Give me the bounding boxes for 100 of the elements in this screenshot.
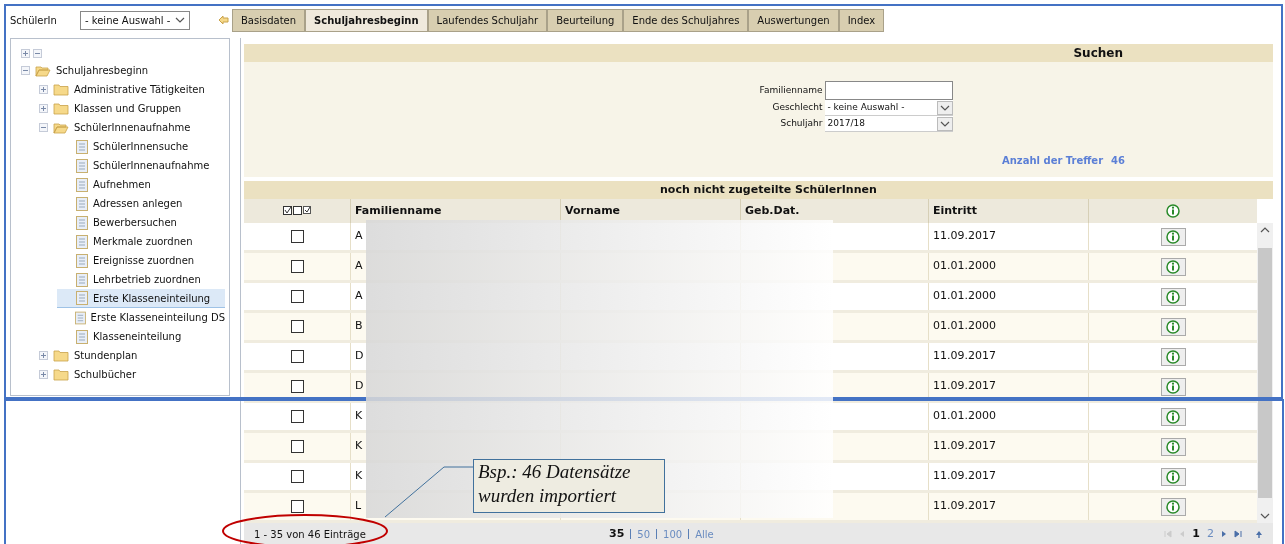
tree-item[interactable]: Klasseneinteilung [57, 327, 225, 346]
table-cell: 01.01.2000 [933, 408, 996, 425]
tab[interactable]: Ende des Schuljahres [623, 8, 749, 32]
select-field[interactable]: - keine Auswahl - [824, 100, 953, 116]
open-folder-icon [35, 64, 51, 77]
tree-item[interactable]: Lehrbetrieb zuordnen [57, 270, 225, 289]
table-cell: 11.09.2017 [933, 348, 996, 365]
chevron-down-icon [939, 104, 950, 111]
tree-item[interactable]: SchülerInnenaufnahme [39, 118, 225, 137]
next-page-icon[interactable] [1221, 530, 1227, 538]
table-cell: 11.09.2017 [933, 498, 996, 515]
expand-toggle-icon[interactable] [39, 370, 48, 379]
tab[interactable]: Beurteilung [547, 8, 624, 32]
info-button[interactable] [1160, 467, 1186, 486]
info-button[interactable] [1160, 437, 1186, 456]
info-button[interactable] [1160, 497, 1186, 516]
text-field[interactable] [824, 81, 953, 100]
collapse-toggle-icon[interactable] [33, 49, 42, 58]
tree-item[interactable]: Administrative Tätigkeiten [39, 80, 225, 99]
table-cell: B [355, 318, 363, 335]
document-icon [76, 177, 88, 192]
row-checkbox[interactable] [290, 440, 304, 453]
document-icon [76, 291, 88, 305]
row-checkbox[interactable] [290, 380, 304, 393]
tree-item[interactable]: Stundenplan [39, 346, 225, 365]
table-cell: L [355, 498, 362, 515]
info-icon [1166, 499, 1180, 514]
table-cell: 11.09.2017 [933, 468, 996, 485]
row-checkbox[interactable] [290, 410, 304, 423]
tree-item[interactable]: SchülerInnensuche [57, 137, 225, 156]
info-icon [1166, 439, 1180, 454]
info-button[interactable] [1160, 227, 1186, 246]
table-cell: 01.01.2000 [933, 258, 996, 275]
scroll-up-icon[interactable] [1255, 530, 1263, 538]
expand-toggle-icon[interactable] [39, 85, 48, 94]
tree-item[interactable]: Aufnehmen [57, 175, 225, 194]
info-button[interactable] [1160, 257, 1186, 276]
row-checkbox[interactable] [290, 350, 304, 363]
tree-item[interactable]: Klassen und Gruppen [39, 99, 225, 118]
folder-icon [53, 368, 69, 381]
field-label: Familienname [758, 83, 824, 97]
tab[interactable]: Schuljahresbeginn [305, 8, 428, 32]
tab[interactable]: Basisdaten [232, 8, 306, 32]
row-checkbox[interactable] [290, 260, 304, 273]
folder-icon [53, 349, 69, 362]
scrollbar-thumb[interactable] [1258, 248, 1272, 498]
record-range: 1 - 35 von 46 Einträge [254, 527, 367, 542]
document-icon [76, 329, 88, 344]
info-button[interactable] [1160, 287, 1186, 306]
info-icon [1166, 204, 1180, 218]
tree-item[interactable]: Schuljahresbeginn [21, 61, 225, 80]
scrollbar[interactable] [1257, 223, 1273, 523]
select-all-checkboxes-icon[interactable] [283, 206, 311, 216]
tab[interactable]: Index [838, 8, 885, 32]
select-field[interactable]: 2017/18 [824, 116, 953, 132]
search-header: Suchen [244, 44, 1273, 62]
document-icon [76, 196, 88, 211]
row-checkbox[interactable] [290, 290, 304, 303]
row-checkbox[interactable] [290, 230, 304, 243]
tree-item[interactable]: SchülerInnenaufnahme [57, 156, 225, 175]
row-checkbox[interactable] [290, 320, 304, 333]
student-select[interactable]: - keine Auswahl - [80, 10, 190, 30]
chevron-down-icon [939, 120, 950, 127]
page-size-link[interactable]: 35 [609, 525, 625, 543]
expand-toggle-icon[interactable] [21, 49, 30, 58]
table-cell: D [355, 348, 364, 365]
table-cell: 11.09.2017 [933, 228, 996, 245]
table-cell: 11.09.2017 [933, 378, 996, 395]
tree-item[interactable]: Adressen anlegen [57, 194, 225, 213]
expand-toggle-icon[interactable] [39, 351, 48, 360]
page-link[interactable]: 1 [1192, 525, 1200, 543]
collapse-toggle-icon[interactable] [21, 66, 30, 75]
table-title: noch nicht zugeteilte SchülerInnen [244, 181, 1273, 199]
folder-icon [53, 83, 69, 96]
folder-icon [53, 102, 69, 115]
document-icon [76, 139, 88, 154]
expand-toggle-icon[interactable] [39, 104, 48, 113]
tree-item[interactable]: Ereignisse zuordnen [57, 251, 225, 270]
tab[interactable]: Laufendes Schuljahr [427, 8, 548, 32]
row-checkbox[interactable] [290, 500, 304, 513]
tab[interactable]: Auswertungen [748, 8, 839, 32]
chevron-down-icon [175, 17, 185, 23]
tree-item[interactable]: Erste Klasseneinteilung [57, 289, 225, 308]
row-checkbox[interactable] [290, 470, 304, 483]
table-cell: A [355, 258, 363, 275]
tree-item[interactable]: Schulbücher [39, 365, 225, 384]
last-page-icon[interactable] [1234, 530, 1242, 538]
info-icon [1166, 319, 1180, 334]
document-icon [76, 234, 88, 249]
info-icon [1166, 409, 1180, 424]
tree-item[interactable]: Erste Klasseneinteilung DS [57, 308, 225, 327]
tree-item[interactable]: Merkmale zuordnen [57, 232, 225, 251]
info-button[interactable] [1160, 317, 1186, 336]
info-button[interactable] [1160, 347, 1186, 366]
collapse-toggle-icon[interactable] [39, 123, 48, 132]
tree-item[interactable]: Bewerbersuchen [57, 213, 225, 232]
info-button[interactable] [1160, 377, 1186, 396]
info-button[interactable] [1160, 407, 1186, 426]
info-icon [1166, 259, 1180, 274]
arrow-left-icon[interactable] [218, 15, 229, 25]
